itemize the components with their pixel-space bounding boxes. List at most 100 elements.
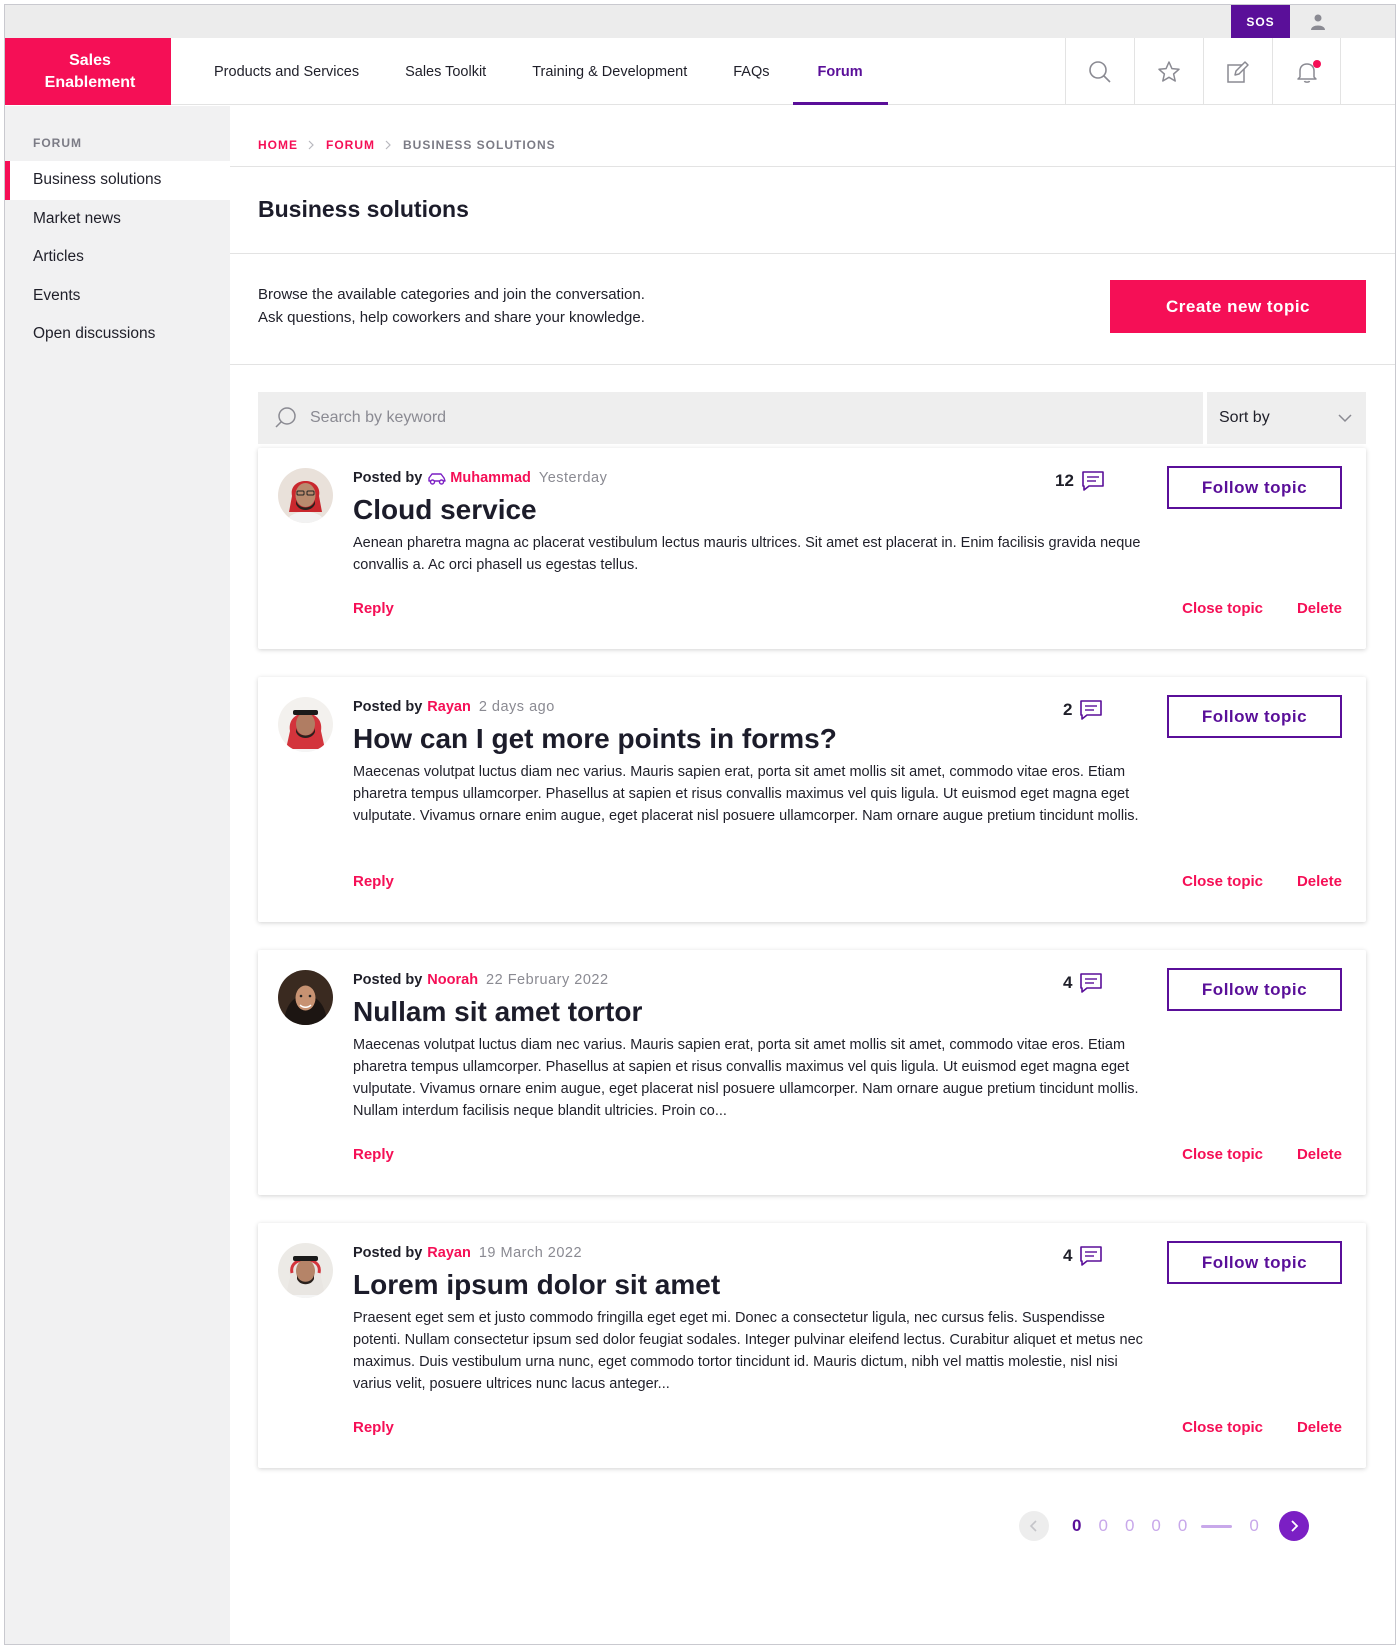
post-meta: Posted by Noorah 22 February 2022 [353, 972, 609, 988]
pagination-page[interactable]: 0 [1151, 1516, 1160, 1536]
topic-card: Posted by Muhammad Yesterday Cloud servi… [258, 448, 1366, 649]
nav-item-products-services[interactable]: Products and Services [171, 38, 382, 105]
comment-count-value: 12 [1055, 471, 1074, 490]
bell-icon[interactable] [1272, 38, 1341, 105]
nav-item-training-development[interactable]: Training & Development [509, 38, 710, 105]
topic-title[interactable]: How can I get more points in forms? [353, 723, 837, 755]
author-link[interactable]: Muhammad [427, 470, 531, 486]
notification-dot [1313, 60, 1321, 68]
edit-icon[interactable] [1203, 38, 1272, 105]
search-input[interactable] [310, 409, 1110, 427]
author-name: Muhammad [450, 470, 531, 486]
nav-item-faqs[interactable]: FAQs [710, 38, 792, 105]
topic-title[interactable]: Nullam sit amet tortor [353, 996, 642, 1028]
reply-link[interactable]: Reply [353, 873, 394, 890]
nav-item-sales-toolkit[interactable]: Sales Toolkit [382, 38, 509, 105]
star-icon[interactable] [1134, 38, 1203, 105]
pagination-page[interactable]: 0 [1125, 1516, 1134, 1536]
sidebar-item-events[interactable]: Events [5, 277, 230, 316]
close-topic-link[interactable]: Close topic [1182, 600, 1263, 617]
pagination-page[interactable]: 0 [1178, 1516, 1187, 1536]
avatar[interactable] [278, 468, 333, 523]
close-topic-link[interactable]: Close topic [1182, 1146, 1263, 1163]
topic-body: Aenean pharetra magna ac placerat vestib… [353, 535, 1141, 573]
author-name: Rayan [427, 1245, 471, 1261]
topic-body: Maecenas volutpat luctus diam nec varius… [353, 764, 1139, 824]
sort-dropdown[interactable]: Sort by [1207, 392, 1366, 444]
posted-by-label: Posted by [353, 1245, 423, 1261]
utility-bar: SOS [5, 5, 1395, 38]
pagination-next-button[interactable] [1278, 1511, 1309, 1541]
page-title: Business solutions [258, 196, 469, 222]
sidebar-item-open-discussions[interactable]: Open discussions [5, 315, 230, 354]
pagination-ellipsis [1201, 1524, 1233, 1528]
reply-link[interactable]: Reply [353, 600, 394, 617]
breadcrumb-forum[interactable]: FORUM [326, 138, 375, 152]
delete-link[interactable]: Delete [1297, 1146, 1342, 1163]
avatar[interactable] [278, 970, 333, 1025]
author-link[interactable]: Rayan [427, 1245, 471, 1261]
main-header: Sales Enablement Products and Services Sa… [5, 38, 1395, 105]
pagination-page-last[interactable]: 0 [1249, 1516, 1258, 1536]
author-link[interactable]: Rayan [427, 699, 471, 715]
reply-link[interactable]: Reply [353, 1419, 394, 1436]
sidebar-item-business-solutions[interactable]: Business solutions [5, 161, 230, 200]
divider [230, 253, 1395, 254]
divider [230, 166, 1395, 167]
brand-line-1: Sales [69, 51, 111, 69]
chat-icon [1079, 1245, 1103, 1267]
search-icon[interactable] [1065, 38, 1134, 105]
delete-link[interactable]: Delete [1297, 1419, 1342, 1436]
main-nav: Products and Services Sales Toolkit Trai… [171, 38, 888, 105]
pagination-prev-button[interactable] [1019, 1511, 1049, 1541]
post-date: 19 March 2022 [478, 1245, 583, 1261]
sidebar-list: Business solutions Market news Articles … [5, 161, 230, 354]
topic-title[interactable]: Lorem ipsum dolor sit amet [353, 1269, 720, 1301]
divider [230, 364, 1395, 365]
reply-link[interactable]: Reply [353, 1146, 394, 1163]
topic-title[interactable]: Cloud service [353, 494, 537, 526]
follow-topic-button[interactable]: Follow topic [1167, 1241, 1342, 1284]
author-link[interactable]: Noorah [427, 972, 478, 988]
avatar[interactable] [278, 697, 333, 752]
nav-item-forum[interactable]: Forum [792, 38, 888, 105]
close-topic-link[interactable]: Close topic [1182, 873, 1263, 890]
post-meta: Posted by Rayan 19 March 2022 [353, 1245, 582, 1261]
brand-logo[interactable]: Sales Enablement [5, 38, 171, 105]
pagination-page[interactable]: 0 [1098, 1516, 1107, 1536]
page-intro: Browse the available categories and join… [258, 283, 645, 329]
topic-body: Praesent eget sem et justo commodo fring… [353, 1310, 1143, 1392]
user-icon[interactable] [1309, 13, 1327, 31]
brand-line-2: Enablement [44, 73, 136, 91]
topic-body: Maecenas volutpat luctus diam nec varius… [353, 1037, 1139, 1119]
sort-label: Sort by [1219, 409, 1270, 426]
chevron-down-icon [1338, 410, 1352, 428]
sos-button[interactable]: SOS [1231, 5, 1290, 38]
delete-link[interactable]: Delete [1297, 600, 1342, 617]
post-date: 2 days ago [478, 699, 555, 715]
avatar[interactable] [278, 1243, 333, 1298]
car-icon [427, 472, 447, 485]
delete-link[interactable]: Delete [1297, 873, 1342, 890]
sidebar-item-articles[interactable]: Articles [5, 238, 230, 277]
post-meta: Posted by Rayan 2 days ago [353, 699, 555, 715]
sidebar-item-market-news[interactable]: Market news [5, 200, 230, 239]
intro-line-2: Ask questions, help coworkers and share … [258, 309, 645, 326]
create-topic-button[interactable]: Create new topic [1110, 280, 1366, 333]
close-topic-link[interactable]: Close topic [1182, 1419, 1263, 1436]
breadcrumb-home[interactable]: HOME [258, 138, 298, 152]
follow-topic-button[interactable]: Follow topic [1167, 968, 1342, 1011]
topic-card: Posted by Noorah 22 February 2022 Nullam… [258, 950, 1366, 1195]
chat-icon [1079, 972, 1103, 994]
chevron-right-icon [308, 140, 316, 150]
header-icons [1065, 38, 1341, 105]
sidebar: FORUM Business solutions Market news Art… [5, 106, 230, 1644]
pagination-page[interactable]: 0 [1072, 1516, 1081, 1536]
follow-topic-button[interactable]: Follow topic [1167, 466, 1342, 509]
pagination: 0 0 0 0 0 0 [1019, 1511, 1309, 1541]
breadcrumb-current: BUSINESS SOLUTIONS [403, 138, 556, 152]
sidebar-heading: FORUM [33, 136, 82, 150]
post-date: Yesterday [538, 470, 608, 486]
follow-topic-button[interactable]: Follow topic [1167, 695, 1342, 738]
intro-line-1: Browse the available categories and join… [258, 286, 645, 303]
